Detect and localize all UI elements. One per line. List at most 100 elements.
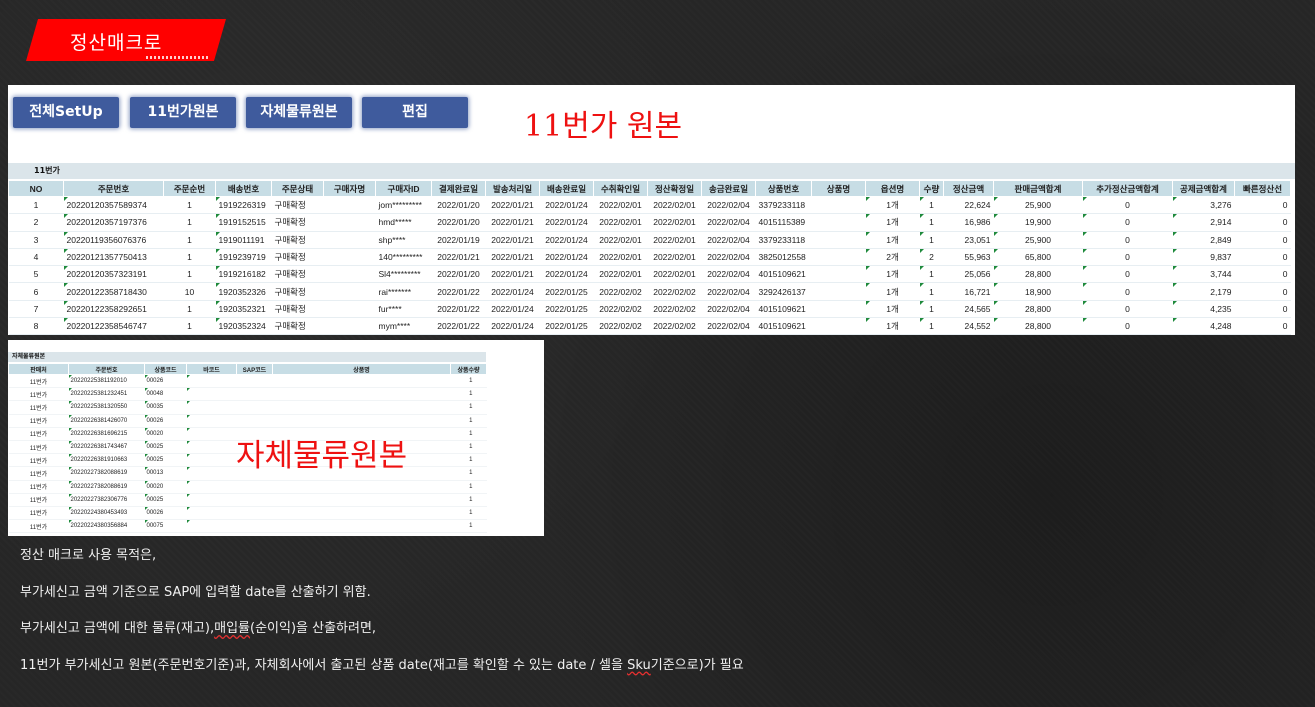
table-cell[interactable]: 구매확정 [271,231,324,249]
table-cell[interactable]: 2022/01/24 [539,265,594,284]
table-cell[interactable]: 1 [450,519,487,534]
table-cell[interactable]: 1 [919,317,944,335]
table-cell[interactable]: 2022/02/04 [701,282,756,301]
table-cell[interactable]: 1 [919,300,944,319]
table-cell[interactable]: 20220122358292651 [63,300,164,319]
table-cell[interactable]: rai******* [375,282,432,301]
table-cell[interactable] [272,387,451,402]
table-cell[interactable]: 7 [8,300,64,319]
table-cell[interactable] [323,265,376,284]
table-cell[interactable]: 20220225381232451 [68,387,145,402]
table-cell[interactable]: 0 [1082,317,1173,335]
table-cell[interactable] [186,400,237,415]
table-cell[interactable] [272,414,451,428]
table-cell[interactable]: 구매확정 [271,196,324,215]
table-cell[interactable]: 1 [450,387,487,402]
table-cell[interactable]: 1개 [865,300,920,319]
table-cell[interactable] [186,506,237,521]
table-cell[interactable] [272,374,451,389]
table-cell[interactable] [323,248,376,267]
table-cell[interactable]: 2022/02/01 [593,213,648,232]
table-cell[interactable]: 1919152515 [215,213,272,232]
table-cell[interactable]: 11번가 [8,427,69,441]
table-cell[interactable] [272,519,451,534]
table-cell[interactable]: 2022/01/24 [485,282,540,301]
table-cell[interactable]: 2022/02/01 [647,213,702,232]
table-cell[interactable]: 25,056 [943,265,994,284]
table-cell[interactable] [186,453,237,468]
table-cell[interactable] [186,440,237,455]
table-cell[interactable]: 0 [1234,265,1291,284]
table-cell[interactable]: 1920352326 [215,282,272,301]
table-cell[interactable]: 2022/01/20 [431,265,486,284]
table-cell[interactable]: 2022/02/02 [647,300,702,319]
table-cell[interactable]: 2022/02/01 [593,231,648,249]
table-cell[interactable]: 28,800 [993,300,1083,319]
table-cell[interactable]: 11번가 [8,466,69,481]
table-cell[interactable]: 20220224380356884 [68,519,145,534]
table-cell[interactable]: 20220226381910663 [68,453,145,468]
table-cell[interactable] [236,414,273,428]
table-cell[interactable] [272,400,451,415]
table-cell[interactable]: 2,179 [1172,282,1235,301]
table-cell[interactable]: 2022/01/20 [431,213,486,232]
table-cell[interactable]: 2022/01/21 [485,248,540,267]
table-cell[interactable]: 00048 [144,387,187,402]
table-cell[interactable] [323,213,376,232]
table-cell[interactable]: 20220120357589374 [63,196,164,215]
table-cell[interactable]: 2022/02/04 [701,196,756,215]
table-cell[interactable]: 2022/02/02 [647,282,702,301]
table-cell[interactable]: 4015115389 [755,213,812,232]
table-cell[interactable]: 20220225381192010 [68,374,145,389]
table-cell[interactable]: 4,235 [1172,300,1235,319]
table-cell[interactable]: shp**** [375,231,432,249]
table-cell[interactable]: 20220119356076376 [63,231,164,249]
table-cell[interactable]: 24,565 [943,300,994,319]
table-cell[interactable] [236,480,273,494]
table-cell[interactable]: 2022/02/01 [593,196,648,215]
table-cell[interactable]: 구매확정 [271,265,324,284]
table-cell[interactable]: 11번가 [8,374,69,389]
table-cell[interactable]: 23,051 [943,231,994,249]
table-cell[interactable]: 구매확정 [271,317,324,335]
table-cell[interactable]: 20220225381320550 [68,400,145,415]
table-cell[interactable]: 1개 [865,265,920,284]
table-cell[interactable] [272,493,451,507]
table-cell[interactable]: 3,744 [1172,265,1235,284]
table-cell[interactable]: 4015109621 [755,317,812,335]
table-cell[interactable]: 0 [1082,248,1173,267]
table-cell[interactable] [186,493,237,507]
table-cell[interactable]: 2022/01/21 [485,231,540,249]
table-cell[interactable]: 2022/01/24 [539,213,594,232]
table-cell[interactable]: hmd***** [375,213,432,232]
table-cell[interactable] [811,248,866,267]
table-cell[interactable]: 2022/02/04 [701,317,756,335]
table-cell[interactable]: 00013 [144,466,187,481]
table-cell[interactable] [186,519,237,534]
table-cell[interactable] [323,282,376,301]
table-cell[interactable]: 1 [163,248,216,267]
table-cell[interactable]: 00025 [144,453,187,468]
table-cell[interactable]: 구매확정 [271,213,324,232]
table-cell[interactable]: 1 [163,213,216,232]
table-cell[interactable]: 11번가 [8,506,69,521]
table-cell[interactable] [272,480,451,494]
table-cell[interactable]: 2개 [865,248,920,267]
table-cell[interactable]: 2022/02/04 [701,265,756,284]
table-cell[interactable]: 1 [163,317,216,335]
table-cell[interactable]: 1 [450,440,487,455]
table-cell[interactable]: 1 [450,414,487,428]
table-cell[interactable]: 2022/01/21 [485,213,540,232]
table-cell[interactable]: 1 [450,427,487,441]
table-cell[interactable]: 2022/02/04 [701,231,756,249]
table-cell[interactable]: 2 [8,213,64,232]
table-cell[interactable]: 00026 [144,374,187,389]
table-cell[interactable]: 5 [8,265,64,284]
table-cell[interactable]: 4,248 [1172,317,1235,335]
table-cell[interactable]: 0 [1234,213,1291,232]
table-cell[interactable]: 20220120357197376 [63,213,164,232]
table-cell[interactable]: 2022/02/02 [647,317,702,335]
table-cell[interactable]: 11번가 [8,414,69,428]
table-cell[interactable]: 55,963 [943,248,994,267]
edit-button[interactable]: 편집 [362,97,468,128]
